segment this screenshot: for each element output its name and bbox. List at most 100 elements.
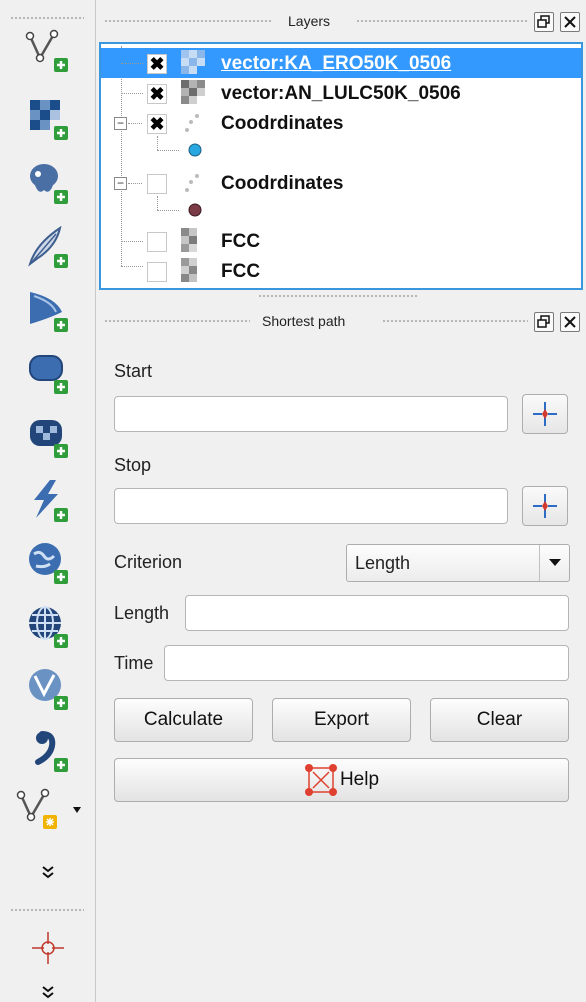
layer-visibility-checkbox[interactable] [147, 262, 167, 282]
chevron-down-icon [539, 545, 569, 581]
add-mssql-layer-button[interactable] [20, 282, 76, 338]
add-wcs-layer-button[interactable] [20, 598, 76, 654]
layer-visibility-checkbox[interactable]: ✖ [147, 114, 167, 134]
add-delimited-text-layer-button[interactable] [20, 722, 76, 778]
add-raster-layer-button[interactable] [20, 90, 76, 146]
raster-layer-icon [181, 228, 197, 252]
shortest-path-dock-titlebar[interactable]: Shortest path [100, 306, 586, 336]
expand-more-icon [42, 866, 54, 879]
stop-point-field[interactable] [114, 488, 508, 524]
layer-item-fcc-2[interactable]: FCC [101, 256, 581, 286]
close-icon [564, 316, 576, 328]
layer-item-coordinates-1[interactable]: − ✖ Coodrdinates [101, 108, 581, 138]
float-icon [537, 15, 550, 28]
export-button[interactable]: Export [272, 698, 411, 742]
expand-more-icon [42, 986, 54, 999]
help-button-label: Help [339, 769, 380, 790]
calculate-button[interactable]: Calculate [114, 698, 253, 742]
point-layer-icon [185, 114, 199, 132]
collapse-toggle[interactable]: − [114, 177, 127, 190]
capture-point-icon [533, 402, 557, 426]
point-symbol-icon [188, 143, 202, 157]
layer-item-coordinates-2[interactable]: − Coodrdinates [101, 168, 581, 198]
layer-name: Coodrdinates [221, 173, 344, 194]
add-wfs-layer-button[interactable] [20, 660, 76, 716]
criterion-select[interactable]: Length [346, 544, 570, 582]
capture-start-point-button[interactable] [522, 394, 568, 434]
layer-visibility-checkbox[interactable]: ✖ [147, 84, 167, 104]
add-virtual-layer-button[interactable] [20, 472, 76, 528]
raster-layer-icon [181, 50, 205, 74]
raster-layer-icon [181, 80, 205, 104]
close-icon [564, 16, 576, 28]
new-shapefile-layer-button[interactable] [10, 780, 90, 836]
toolbar-more-button-2[interactable] [20, 974, 76, 1002]
layer-toolbar [0, 0, 96, 1002]
add-delimited-text-layer-icon [35, 731, 68, 772]
time-label: Time [114, 653, 154, 673]
start-point-field[interactable] [114, 396, 508, 432]
add-postgis-layer-icon [30, 164, 68, 204]
layer-symbol-row [101, 196, 581, 222]
add-db2-layer-icon [30, 420, 68, 458]
add-vector-layer-button[interactable] [20, 22, 76, 78]
shortest-path-dock-float-button[interactable] [534, 312, 554, 332]
add-raster-layer-icon [30, 100, 68, 140]
layer-name: Coodrdinates [221, 113, 344, 134]
capture-point-icon [533, 494, 557, 518]
add-point-button[interactable] [20, 920, 76, 976]
time-result-field[interactable] [164, 645, 569, 681]
layers-dock-float-button[interactable] [534, 12, 554, 32]
add-mssql-layer-icon [30, 292, 68, 332]
toolbar-grip[interactable] [10, 908, 84, 912]
add-wcs-layer-icon [29, 606, 68, 648]
new-shapefile-layer-icon [16, 788, 81, 829]
point-symbol-icon [188, 203, 202, 217]
stop-label: Stop [114, 455, 152, 475]
toolbar-more-button[interactable] [20, 852, 76, 892]
add-virtual-layer-icon [34, 480, 68, 522]
layer-visibility-checkbox[interactable]: ✖ [147, 54, 167, 74]
add-wfs-layer-icon [29, 669, 68, 710]
collapse-toggle[interactable]: − [114, 117, 127, 130]
raster-layer-icon [181, 258, 197, 282]
capture-stop-point-button[interactable] [522, 486, 568, 526]
add-postgis-layer-button[interactable] [20, 154, 76, 210]
help-icon [304, 764, 337, 796]
layer-item-ka-ero50k[interactable]: ✖ vector:KA_ERO50K_0506 [101, 48, 581, 78]
layer-name: FCC [221, 261, 261, 282]
layer-visibility-checkbox[interactable] [147, 174, 167, 194]
layer-visibility-checkbox[interactable] [147, 232, 167, 252]
layers-dock-close-button[interactable] [560, 12, 580, 32]
layer-item-an-lulc50k[interactable]: ✖ vector:AN_LULC50K_0506 [101, 78, 581, 108]
layers-dock-title: Layers [288, 13, 331, 29]
add-oracle-layer-button[interactable] [20, 344, 76, 400]
add-db2-layer-button[interactable] [20, 408, 76, 464]
add-wms-layer-icon [29, 543, 68, 584]
point-layer-icon [185, 174, 199, 192]
criterion-label: Criterion [114, 552, 183, 572]
add-spatialite-layer-button[interactable] [20, 218, 76, 274]
layer-tree[interactable]: ✖ vector:KA_ERO50K_0506 ✖ vector:AN_LULC… [99, 42, 583, 290]
length-label: Length [114, 603, 170, 623]
toolbar-grip[interactable] [10, 16, 84, 20]
clear-button[interactable]: Clear [430, 698, 569, 742]
criterion-value: Length [355, 553, 411, 573]
shortest-path-dock-close-button[interactable] [560, 312, 580, 332]
layer-name: vector:AN_LULC50K_0506 [221, 83, 461, 104]
add-wms-layer-button[interactable] [20, 534, 76, 590]
layer-symbol-row [101, 136, 581, 162]
length-result-field[interactable] [185, 595, 569, 631]
add-spatialite-layer-icon [28, 225, 68, 268]
layer-name: FCC [221, 231, 261, 252]
float-icon [537, 315, 550, 328]
add-oracle-layer-icon [29, 355, 68, 394]
add-point-icon [32, 932, 64, 964]
dock-splitter[interactable] [258, 294, 418, 298]
help-button[interactable]: Help [114, 758, 569, 802]
shortest-path-dock-title: Shortest path [262, 313, 346, 329]
start-label: Start [114, 361, 153, 381]
layer-name: vector:KA_ERO50K_0506 [221, 53, 452, 74]
layer-item-fcc-1[interactable]: FCC [101, 226, 581, 256]
layers-dock-titlebar[interactable]: Layers [100, 6, 586, 36]
